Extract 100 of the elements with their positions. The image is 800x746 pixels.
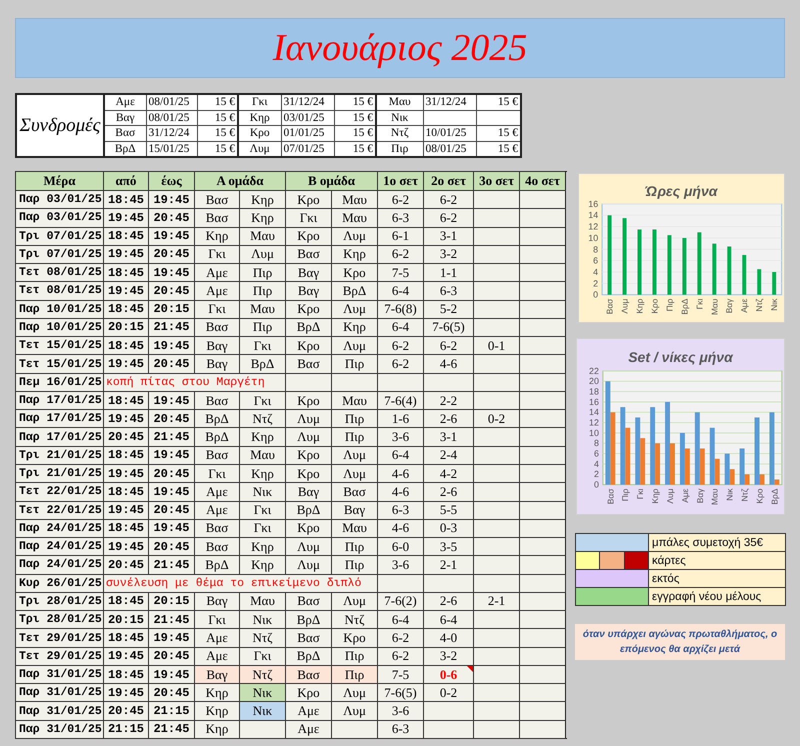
table-cell: Πιρ [332,410,378,428]
table-cell: Νικ [376,110,423,126]
table-cell: Λυμ [332,464,378,483]
table-cell: Κρο [286,464,332,483]
table-cell: 20:45 [104,702,148,720]
axis-label: Πιρ [620,488,630,501]
table-cell: Γκι [240,501,286,520]
table-cell: Νικ [240,610,286,629]
table-cell: 0-3 [424,519,474,538]
table-cell: 19:45 [104,501,148,520]
table-cell: 4-6 [378,482,424,502]
table-cell: Κηρ [240,464,286,483]
table-cell: Νικ [240,684,286,702]
table-cell: 20:45 [148,501,194,520]
table-cell: Αμε [286,720,332,738]
table-cell: Γκι [240,391,286,410]
table-cell: Πιρ [240,282,286,300]
table-cell: 6-2 [378,245,424,264]
axis-tick-label: 4 [593,266,598,277]
table-cell: 6-4 [378,318,424,337]
axis-tick-label: 4 [594,458,599,469]
table-cell: Βασ [194,519,240,538]
axis-tick-label: 12 [588,221,598,232]
table-cell: 20:45 [148,354,194,374]
table-cell: 19:45 [104,684,148,702]
table-cell: Τετ 08/01/25 [16,282,104,300]
table-cell: Κρο [286,336,332,355]
axis-label: Βασ [604,298,615,314]
table-cell: 3-2 [424,647,474,666]
table-cell: Νικ [240,702,286,720]
table-cell: Κηρ [238,110,281,126]
table-cell: ΒρΔ [286,501,332,520]
axis-tick-label: 10 [588,232,598,243]
axis-label: Αμε [739,298,750,312]
table-cell: 6-2 [378,190,424,209]
table-cell: 2-6 [424,592,474,611]
axis-label: Λυμ [664,488,675,504]
table-cell: 19:45 [104,464,148,483]
table-cell: 3-1 [424,428,474,446]
table-cell: 18:45 [104,190,148,209]
table-cell: 6-4 [424,610,474,629]
table-cell: Παρ 24/01/25 [16,556,104,574]
table-cell: Παρ 10/01/25 [16,318,104,337]
legend-label: εγγραφή νέου μέλους [648,588,786,606]
chart-title: Set / νίκες μήνα [628,348,733,365]
table-cell: Κρο [286,684,332,702]
table-cell: 6-0 [378,538,424,556]
table-cell: Τετ 08/01/25 [16,264,104,282]
table-cell: 21:15 [148,702,194,720]
table-cell: Βασ [332,482,378,502]
axis-label: Βαγ [694,488,705,503]
bar [772,272,776,294]
bar [742,254,746,294]
bar [667,234,672,294]
table-cell: Ντζ [332,610,378,629]
table-cell: 20:45 [104,556,148,574]
table-cell: 6-2 [424,190,474,209]
table-cell: Βασ [194,391,240,410]
table-cell: 1-1 [424,264,474,282]
table-cell: 2-6 [424,410,474,428]
table-cell: Τρι 07/01/25 [16,227,104,246]
table-cell: Λυμ [286,556,332,574]
axis-tick-label: 8 [594,438,599,448]
table-cell: 18:45 [104,665,148,684]
table-cell: Κηρ [240,208,286,228]
bar [757,268,762,294]
table-cell: Γκι [238,94,281,110]
table-cell: Λυμ [332,684,378,702]
axis-label: Μαυ [710,488,720,505]
table-cell: Τρι 28/01/25 [16,592,104,611]
table-cell: 5-5 [424,501,474,520]
table-cell: 0-2 [424,684,474,702]
axis-tick-label: 0 [593,289,598,300]
table-cell: Βασ [194,538,240,556]
table-cell: Βαγ [286,482,332,502]
table-cell: Γκι [240,647,286,666]
table-cell: Ντζ [240,665,286,684]
table-cell: Νικ [240,482,286,502]
table-cell: ΒρΔ [286,647,332,666]
table-cell: 6-1 [378,227,424,246]
table-cell: Τετ 29/01/25 [16,628,104,648]
table-cell: Βασ [286,628,332,648]
table-cell: 20:45 [148,410,194,428]
bar [727,246,732,294]
table-cell: 19:45 [148,482,194,502]
legend-label: εκτός [648,570,786,588]
table-cell: 7-5 [378,665,424,684]
table-cell: Βαγ [194,665,240,684]
table-cell: Παρ 24/01/25 [16,538,104,556]
axis-tick-label: 16 [589,396,599,407]
table-cell: 6-3 [378,208,424,228]
table-cell: Λυμ [332,227,378,246]
table-cell: 2-4 [424,446,474,464]
table-cell: Παρ 31/01/25 [16,665,104,684]
table-cell: Βασ [286,245,332,264]
table-cell: 7-6(2) [378,592,424,611]
table-cell: Βαγ [104,110,146,126]
table-cell: 20:45 [148,647,194,666]
table-cell: Βασ [194,318,240,337]
table-cell: 15 € [476,126,521,141]
